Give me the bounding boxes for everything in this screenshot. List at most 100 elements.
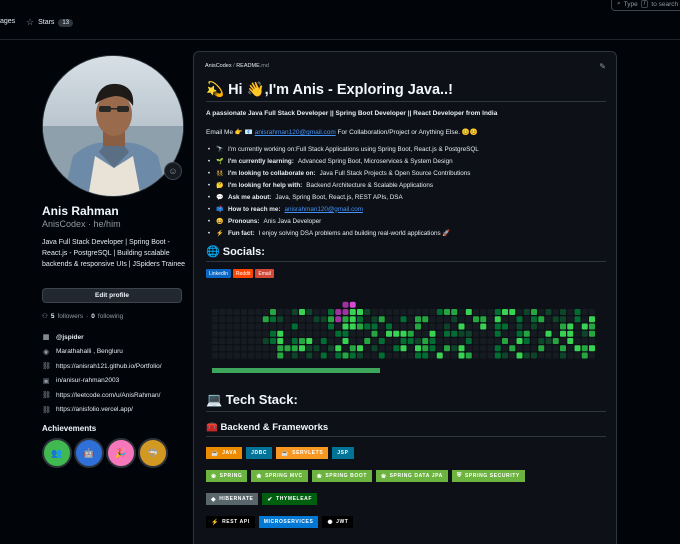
detail-website[interactable]: ⛓ https://anisrah121.github.io/Portfolio…: [42, 359, 187, 374]
contribution-cell: [552, 352, 559, 359]
detail-portfolio[interactable]: ⛓ https://anisfolio.vercel.app/: [42, 403, 187, 418]
search-input[interactable]: ⌕ Type / to search: [611, 0, 680, 11]
fact-text: Advanced Spring Boot, Microservices & Sy…: [297, 157, 453, 165]
separator-dot: ·: [86, 312, 89, 320]
contribution-cell: [233, 352, 240, 359]
contribution-cell: [581, 309, 588, 315]
contribution-cell: [444, 345, 450, 352]
fact-text: Anis Java Developer: [263, 217, 322, 225]
followers-label[interactable]: followers: [57, 313, 83, 320]
contribution-cell: [349, 345, 356, 352]
spring-icon: ❀: [211, 473, 217, 480]
contribution-cell: [306, 330, 313, 337]
contribution-cell: [255, 345, 262, 352]
contribution-cell: [393, 316, 400, 323]
spring-boot-badge: ❀ SPRING BOOT: [311, 470, 372, 482]
tab-stars[interactable]: ☆ Stars 13: [26, 18, 74, 27]
contribution-cell: [378, 330, 385, 337]
quickdraw-icon[interactable]: 🤖: [74, 438, 104, 468]
contribution-cell: [429, 338, 436, 344]
telescope-icon: 🔭: [216, 146, 224, 153]
reddit-badge[interactable]: Reddit: [232, 269, 254, 278]
list-item: 😄 Pronouns:Anis Java Developer: [206, 215, 606, 227]
contribution-cell: [487, 330, 494, 337]
pull-shark-icon[interactable]: 🦈: [138, 438, 168, 468]
contribution-cell: [284, 345, 291, 352]
profile-details: ▦ @jspider ◉ Marathahalli , Bengluru ⛓ h…: [42, 330, 187, 417]
socials-heading: 🌐 Socials:: [206, 245, 606, 262]
contribution-cell: [407, 338, 414, 344]
followers-count[interactable]: 5: [51, 313, 55, 320]
contribution-cell: [480, 352, 487, 359]
contribution-cell: [473, 330, 479, 337]
contribution-cell: [335, 323, 342, 330]
contribution-cell: [560, 338, 566, 344]
contribution-cell: [407, 345, 414, 352]
tab-packages[interactable]: ages: [0, 18, 15, 25]
contribution-cell: [545, 323, 552, 330]
reach-email-link[interactable]: anisrahman120@gmail.com: [284, 206, 363, 213]
list-item: 🔭 I'm currently working on:Full Stack App…: [206, 143, 606, 155]
edit-readme-pencil-icon[interactable]: ✎: [599, 62, 606, 71]
contribution-cell: [284, 352, 291, 359]
contribution-cell: [480, 323, 487, 330]
contribution-cell: [502, 352, 508, 359]
rest-api-badge: ⚡ REST API: [206, 516, 255, 528]
contribution-cell: [364, 345, 371, 352]
backend-heading: 🧰 Backend & Frameworks: [206, 422, 606, 437]
contribution-cell: [494, 309, 501, 315]
contribution-cell: [545, 316, 552, 323]
contribution-cell: [226, 309, 233, 315]
contribution-cell: [560, 316, 566, 323]
email-link[interactable]: anisrahman120@gmail.com: [255, 129, 336, 136]
detail-leetcode[interactable]: ⛓ https://leetcode.com/u/AnisRahman/: [42, 388, 187, 403]
api-icon: ⚡: [211, 519, 220, 526]
contribution-cell: [299, 316, 305, 323]
contribution-cell: [444, 338, 450, 344]
email-badge[interactable]: Email: [255, 269, 274, 278]
avatar[interactable]: [42, 55, 184, 197]
readme-owner[interactable]: AnisCodex: [205, 63, 232, 69]
contribution-cell: [277, 323, 284, 330]
contribution-cell: [560, 309, 566, 315]
list-item: 🌱 I'm currently learning:Advanced Spring …: [206, 155, 606, 167]
contribution-cell: [487, 345, 494, 352]
contribution-cell: [407, 316, 414, 323]
slash-key-hint: /: [640, 0, 649, 8]
contribution-cell: [335, 330, 342, 337]
detail-organization[interactable]: ▦ @jspider: [42, 330, 187, 345]
contribution-cell: [386, 345, 392, 352]
contribution-cell: [473, 352, 479, 359]
contribution-cell: [407, 309, 414, 315]
set-status-button[interactable]: ☺: [164, 162, 182, 180]
contribution-cell: [342, 323, 349, 330]
contribution-cell: [545, 352, 552, 359]
hibernate-badge: ◆ HIBERNATE: [206, 493, 259, 505]
contribution-cell: [386, 316, 392, 323]
contribution-cell: [212, 330, 218, 337]
edit-profile-button[interactable]: Edit profile: [42, 288, 182, 303]
contribution-cell: [364, 316, 371, 323]
yolo-icon[interactable]: 🎉: [106, 438, 136, 468]
tech-row-spring: ❀ SPRING ❀ SPRING MVC ❀ SPRING BOOT ❀ SPRING…: [206, 470, 525, 482]
following-label[interactable]: following: [98, 313, 123, 320]
linkedin-badge[interactable]: LinkedIn: [206, 269, 231, 278]
following-count[interactable]: 0: [91, 313, 95, 320]
contribution-cell: [328, 338, 334, 344]
contribution-cell: [538, 309, 545, 315]
contribution-cell: [371, 338, 378, 344]
pair-extraordinaire-icon[interactable]: 👥: [42, 438, 72, 468]
contribution-cell: [226, 338, 233, 344]
contribution-cell: [357, 330, 363, 337]
detail-linkedin[interactable]: ▣ in/anisur-rahman2003: [42, 374, 187, 389]
contribution-cell: [299, 330, 305, 337]
contribution-cell: [545, 345, 552, 352]
contribution-cell: [226, 345, 233, 352]
contribution-cell: [422, 352, 429, 359]
path-separator: /: [233, 63, 235, 69]
contribution-cell: [248, 323, 255, 330]
contribution-cell: [320, 330, 327, 337]
contribution-cell: [480, 316, 487, 323]
badge-label: SPRING SECURITY: [465, 473, 520, 479]
contribution-cell: [219, 352, 226, 359]
